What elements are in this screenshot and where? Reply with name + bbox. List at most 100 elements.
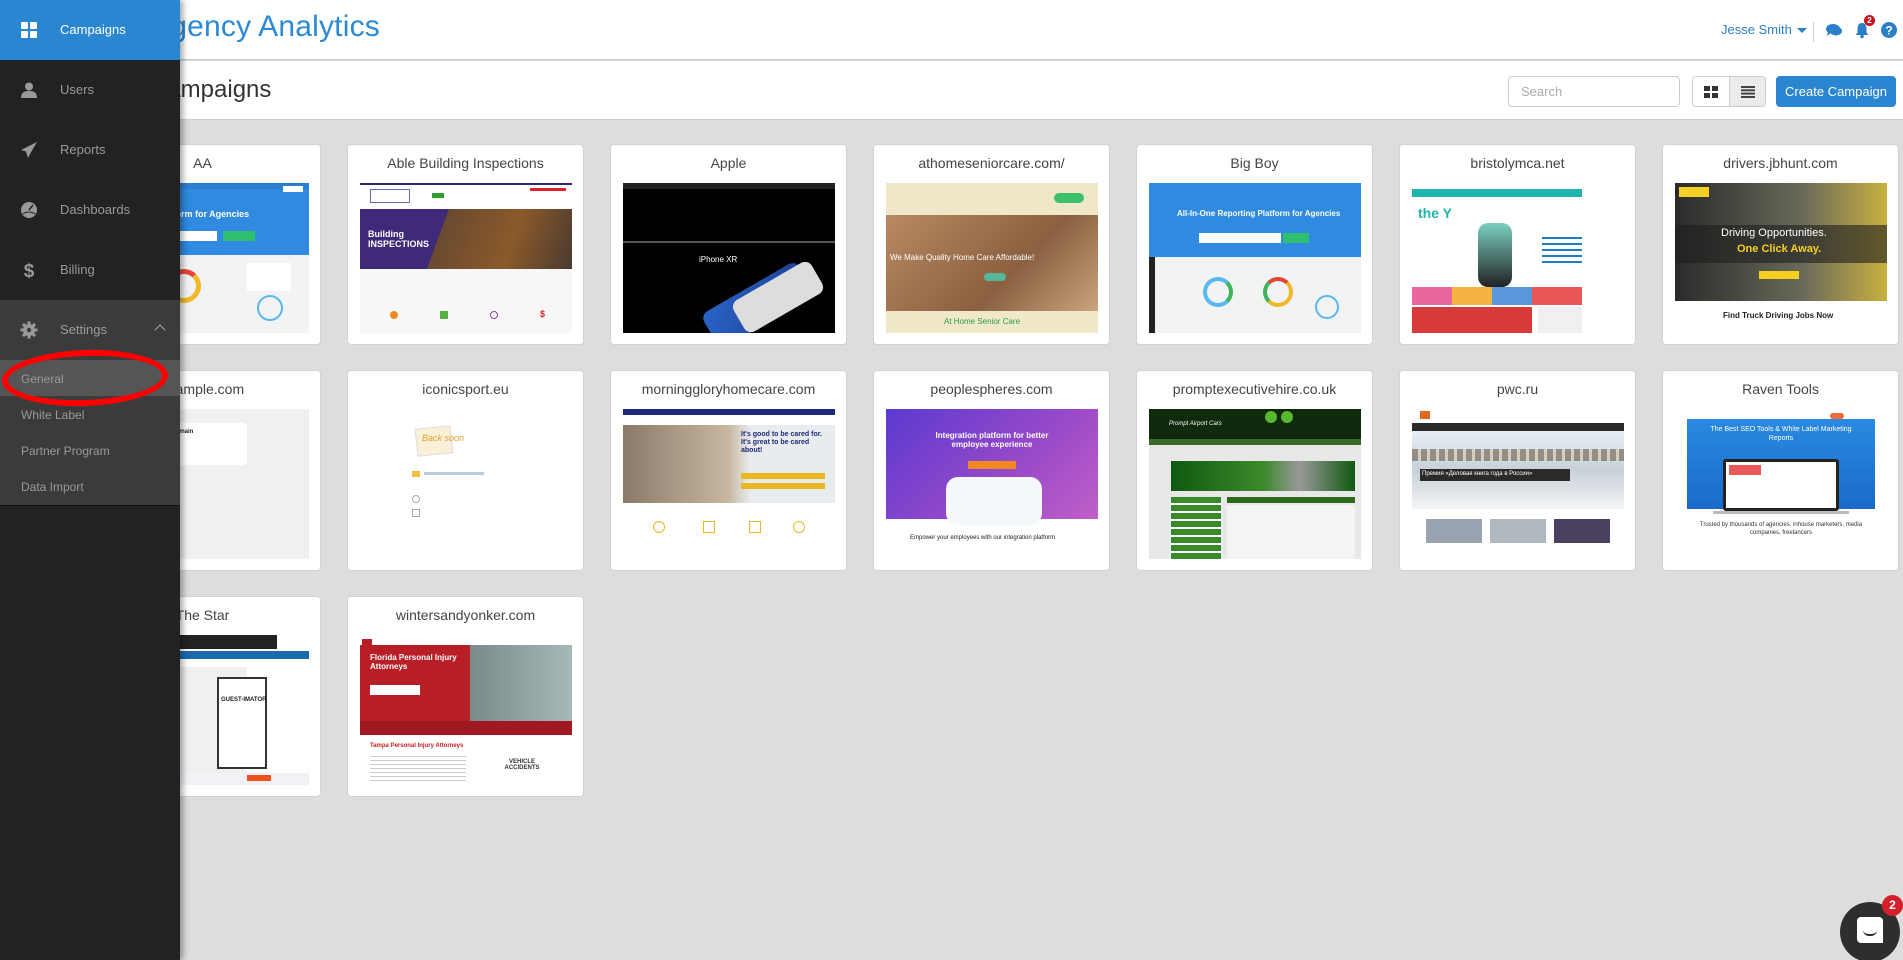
list-view-button[interactable] (1729, 77, 1765, 106)
caret-down-icon[interactable] (1796, 27, 1807, 33)
campaign-card[interactable]: Big Boy All-In-One Reporting Platform fo… (1136, 144, 1373, 345)
chat-unread-badge: 2 (1882, 895, 1903, 916)
thumbnail-label: VEHICLE ACCIDENTS (504, 759, 540, 771)
paper-plane-icon (21, 142, 37, 158)
campaign-thumbnail[interactable]: We Make Quality Home Care Affordable! At… (886, 183, 1098, 333)
campaign-card[interactable]: bristolymca.net the Y (1399, 144, 1636, 345)
campaign-title[interactable]: pwc.ru (1400, 381, 1635, 397)
svg-text:?: ? (1885, 24, 1892, 38)
sidebar-item-settings[interactable]: Settings (0, 300, 180, 360)
campaign-title[interactable]: wintersandyonker.com (348, 607, 583, 623)
help-icon[interactable]: ? (1880, 21, 1898, 39)
campaign-title[interactable]: peoplespheres.com (874, 381, 1109, 397)
campaign-card[interactable]: wintersandyonker.com Florida Personal In… (347, 596, 584, 797)
grid-view-button[interactable] (1693, 77, 1729, 106)
create-campaign-button[interactable]: Create Campaign (1776, 76, 1896, 107)
campaign-thumbnail[interactable]: Prompt Airport Cars (1149, 409, 1361, 559)
sidebar-subitem-general[interactable]: General (0, 360, 180, 396)
thumbnail-headline: It's good to be cared for. It's great to… (741, 431, 823, 454)
campaign-thumbnail[interactable]: Driving Opportunities. One Click Away. F… (1675, 183, 1887, 333)
chat-icon[interactable] (1825, 21, 1843, 39)
campaign-title[interactable]: promptexecutivehire.co.uk (1137, 381, 1372, 397)
notification-badge: 2 (1864, 15, 1875, 26)
sidebar-item-label: Dashboards (60, 202, 131, 217)
campaign-thumbnail[interactable]: It's good to be cared for. It's great to… (623, 409, 835, 559)
grid-icon (21, 22, 37, 38)
sidebar-item-label: Settings (60, 322, 107, 337)
thumbnail-headline: iPhone XR (699, 255, 738, 264)
thumbnail-footer: Trusted by thousands of agencies, inhous… (1699, 522, 1863, 536)
campaign-thumbnail[interactable]: Премия «Деловая книга года в России» (1412, 409, 1624, 559)
sidebar-subitem-partner-program[interactable]: Partner Program (0, 432, 180, 468)
sidebar-item-label: Reports (60, 142, 106, 157)
gear-icon (20, 321, 38, 339)
thumbnail-footer: Empower your employees with our integrat… (910, 535, 1056, 541)
campaign-thumbnail[interactable]: Back soon (360, 409, 572, 559)
campaign-card[interactable]: peoplespheres.com Integration platform f… (873, 370, 1110, 571)
campaign-thumbnail[interactable]: the Y (1412, 183, 1624, 333)
campaign-title[interactable]: Big Boy (1137, 155, 1372, 171)
thumbnail-logo: the Y (1418, 205, 1452, 221)
sidebar-item-label: Users (60, 82, 94, 97)
campaign-card[interactable]: athomeseniorcare.com/ We Make Quality Ho… (873, 144, 1110, 345)
campaign-title[interactable]: iconicsport.eu (348, 381, 583, 397)
thumbnail-footer: Find Truck Driving Jobs Now (1723, 311, 1834, 320)
thumbnail-headline: Премия «Деловая книга года в России» (1422, 471, 1533, 477)
thumbnail-headline: Building INSPECTIONS (368, 229, 430, 249)
chevron-up-icon[interactable] (154, 324, 166, 336)
dollar-icon: $ (24, 261, 35, 279)
campaign-card[interactable]: pwc.ru Премия «Деловая книга года в Росс… (1399, 370, 1636, 571)
thumbnail-headline: Integration platform for better employee… (935, 431, 1049, 449)
campaign-thumbnail[interactable]: Building INSPECTIONS $ (360, 183, 572, 333)
subitem-label: Data Import (21, 480, 84, 494)
thumbnail-headline: We Make Quality Home Care Affordable! (890, 253, 1035, 262)
sidebar-item-label: Campaigns (60, 22, 126, 37)
thumbnail-headline: The Best SEO Tools & White Label Marketi… (1710, 426, 1852, 442)
thumbnail-subheadline: One Click Away. (1737, 243, 1822, 255)
campaign-title[interactable]: bristolymca.net (1400, 155, 1635, 171)
thumbnail-footer: At Home Senior Care (944, 317, 1021, 326)
campaign-title[interactable]: Apple (611, 155, 846, 171)
campaign-card[interactable]: Able Building Inspections Building INSPE… (347, 144, 584, 345)
campaign-title[interactable]: athomeseniorcare.com/ (874, 155, 1109, 171)
campaign-title[interactable]: morninggloryhomecare.com (611, 381, 846, 397)
thumbnail-subheadline: Tampa Personal Injury Attorneys (370, 743, 464, 749)
sidebar-item-campaigns[interactable]: Campaigns (0, 0, 180, 60)
campaign-thumbnail[interactable]: All-In-One Reporting Platform for Agenci… (1149, 183, 1361, 333)
campaign-card[interactable]: iconicsport.eu Back soon (347, 370, 584, 571)
svg-text:$: $ (24, 261, 35, 279)
grid-icon (1704, 85, 1718, 98)
brand-logo-text[interactable]: Agency Analytics (150, 10, 380, 44)
campaign-card[interactable]: promptexecutivehire.co.uk Prompt Airport… (1136, 370, 1373, 571)
thumbnail-headline: GUEST-IMATOR (221, 697, 267, 703)
sidebar: Campaigns Users Reports Dashboards $ Bil… (0, 0, 180, 960)
campaign-thumbnail[interactable]: Florida Personal Injury Attorneys Tampa … (360, 635, 572, 785)
campaign-thumbnail[interactable]: iPhone XR (623, 183, 835, 333)
campaign-thumbnail[interactable]: Integration platform for better employee… (886, 409, 1098, 559)
thumbnail-headline: Back soon (422, 433, 465, 443)
campaign-title[interactable]: drivers.jbhunt.com (1663, 155, 1898, 171)
search-input[interactable] (1508, 76, 1680, 107)
settings-submenu: General White Label Partner Program Data… (0, 360, 180, 506)
campaign-title[interactable]: Raven Tools (1663, 381, 1898, 397)
thumbnail-headline: Driving Opportunities. (1721, 227, 1827, 239)
view-toggle (1692, 76, 1766, 107)
user-name[interactable]: Jesse Smith (1721, 22, 1792, 37)
campaign-card[interactable]: drivers.jbhunt.com Driving Opportunities… (1662, 144, 1899, 345)
campaign-card[interactable]: Apple iPhone XR (610, 144, 847, 345)
campaign-card[interactable]: morninggloryhomecare.com It's good to be… (610, 370, 847, 571)
chat-bubble-icon (1857, 917, 1883, 943)
subitem-label: General (21, 372, 64, 386)
campaign-thumbnail[interactable]: The Best SEO Tools & White Label Marketi… (1675, 409, 1887, 559)
sidebar-item-users[interactable]: Users (0, 60, 180, 120)
sidebar-subitem-white-label[interactable]: White Label (0, 396, 180, 432)
sidebar-item-billing[interactable]: $ Billing (0, 240, 180, 300)
top-header: Agency Analytics Jesse Smith 2 ? (0, 0, 1903, 60)
sidebar-item-reports[interactable]: Reports (0, 120, 180, 180)
user-menu[interactable]: Jesse Smith (1721, 22, 1807, 37)
campaign-title[interactable]: Able Building Inspections (348, 155, 583, 171)
campaign-card[interactable]: Raven Tools The Best SEO Tools & White L… (1662, 370, 1899, 571)
subitem-label: Partner Program (21, 444, 110, 458)
sidebar-subitem-data-import[interactable]: Data Import (0, 468, 180, 504)
sidebar-item-dashboards[interactable]: Dashboards (0, 180, 180, 240)
